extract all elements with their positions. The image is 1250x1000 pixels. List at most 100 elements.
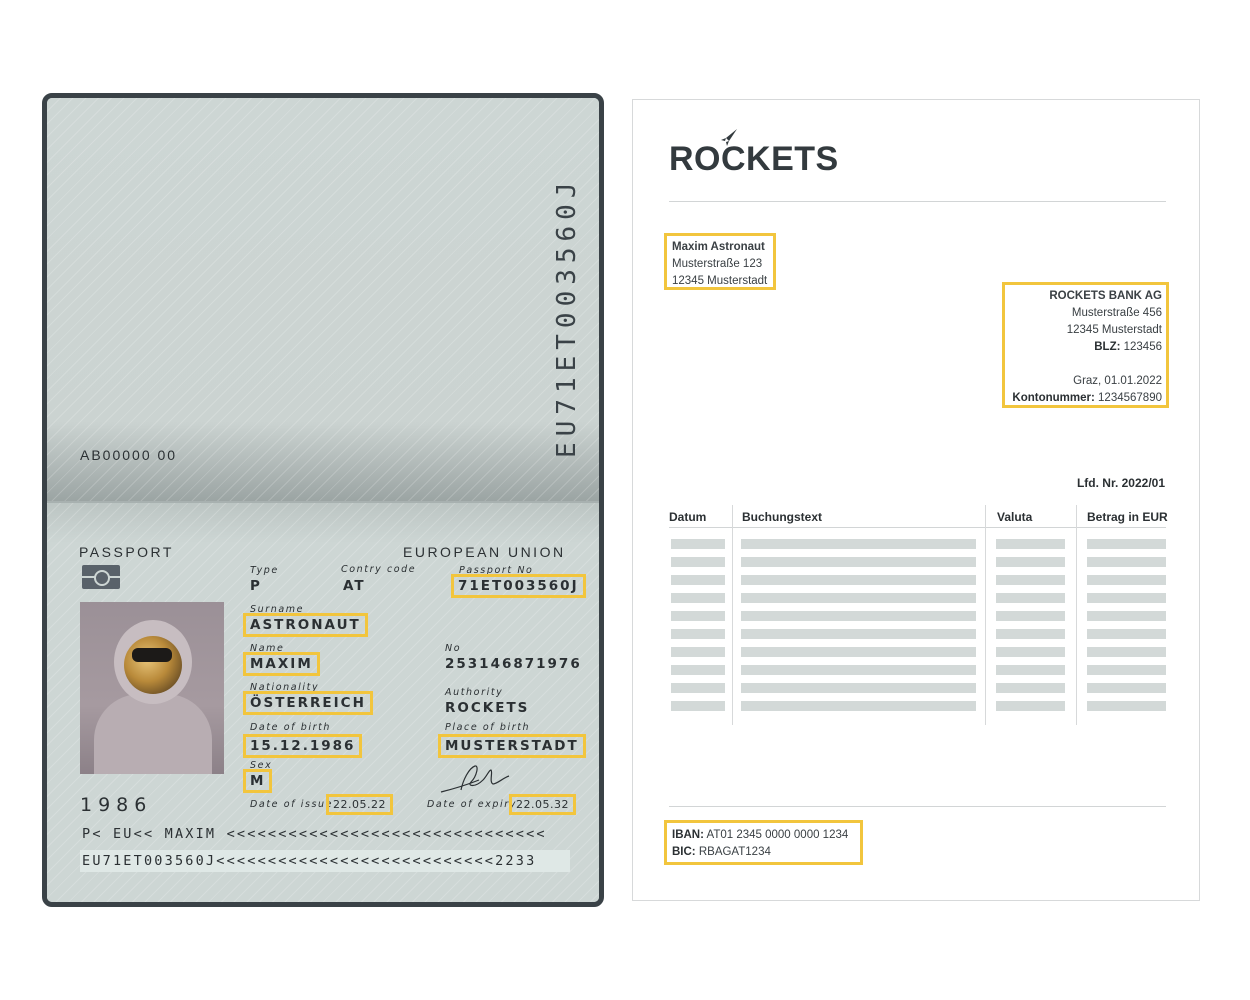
footer-divider bbox=[669, 806, 1166, 807]
passport-no-label: Passport No bbox=[459, 565, 534, 576]
bank-address-box: ROCKETS BANK AG Musterstraße 456 12345 M… bbox=[1002, 282, 1169, 408]
biometric-chip-icon bbox=[82, 565, 120, 589]
table-placeholder-cell bbox=[671, 683, 725, 693]
column-separator bbox=[985, 505, 986, 725]
bic-line: BIC: RBAGAT1234 bbox=[672, 844, 855, 861]
type-label: Type bbox=[250, 565, 279, 576]
date-of-birth-value: 15.12.1986 bbox=[242, 734, 363, 758]
country-code-label: Contry code bbox=[341, 564, 417, 575]
table-placeholder-cell bbox=[1087, 683, 1166, 693]
iban-label: IBAN: bbox=[672, 829, 704, 841]
bank-street: Musterstraße 456 bbox=[1071, 307, 1162, 319]
mrz-line-2: EU71ET003560J<<<<<<<<<<<<<<<<<<<<<<<<<<<… bbox=[82, 853, 537, 869]
date-of-issue-value: 22.05.22 bbox=[326, 794, 393, 815]
konto-value: 1234567890 bbox=[1098, 392, 1162, 404]
table-placeholder-cell bbox=[996, 701, 1065, 711]
helmet-visor-shape bbox=[124, 636, 182, 694]
table-placeholder-cell bbox=[996, 557, 1065, 567]
country-code-value: AT bbox=[343, 578, 366, 594]
table-placeholder-cell bbox=[671, 701, 725, 711]
bank-statement: ROCKETS Maxim Astronaut Musterstraße 123… bbox=[632, 99, 1200, 901]
table-placeholder-cell bbox=[741, 575, 976, 585]
table-placeholder-cell bbox=[671, 593, 725, 603]
table-placeholder-cell bbox=[996, 665, 1065, 675]
table-placeholder-cell bbox=[1087, 593, 1166, 603]
passport-no-value: 71ET003560J bbox=[451, 574, 586, 598]
table-placeholder-cell bbox=[671, 557, 725, 567]
blz-line: BLZ: 123456 bbox=[1009, 339, 1162, 356]
sex-value: M bbox=[242, 769, 273, 793]
name-label: Name bbox=[250, 643, 285, 654]
table-placeholder-cell bbox=[671, 611, 725, 621]
table-placeholder-cell bbox=[741, 665, 976, 675]
table-header-divider bbox=[669, 527, 1166, 528]
table-placeholder-cell bbox=[996, 611, 1065, 621]
surname-label: Surname bbox=[250, 604, 305, 615]
table-placeholder-cell bbox=[1087, 557, 1166, 567]
table-placeholder-cell bbox=[996, 539, 1065, 549]
no-value: 253146871976 bbox=[445, 656, 582, 672]
place-of-birth-label: Place of birth bbox=[445, 722, 531, 733]
authority-value: ROCKETS bbox=[445, 700, 530, 716]
table-placeholder-cell bbox=[741, 539, 976, 549]
vertical-passport-number: EU71ET003560J bbox=[552, 176, 582, 459]
passport-serial: AB00000 00 bbox=[80, 447, 178, 463]
table-placeholder-cell bbox=[996, 629, 1065, 639]
sex-label: Sex bbox=[250, 760, 273, 771]
table-placeholder-cell bbox=[741, 557, 976, 567]
table-placeholder-cell bbox=[1087, 629, 1166, 639]
column-datum: Datum bbox=[669, 510, 707, 524]
column-buchungstext: Buchungstext bbox=[742, 510, 823, 524]
table-placeholder-cell bbox=[671, 539, 725, 549]
date-of-expiry-label: Date of expiry bbox=[427, 799, 517, 810]
table-placeholder-cell bbox=[671, 629, 725, 639]
statement-number: Lfd. Nr. 2022/01 bbox=[1076, 476, 1165, 490]
konto-line: Kontonummer: 1234567890 bbox=[1009, 390, 1162, 407]
column-betrag: Betrag in EUR bbox=[1087, 510, 1168, 524]
column-separator bbox=[1076, 505, 1077, 725]
date-of-birth-label: Date of birth bbox=[250, 722, 332, 733]
bank-spacer bbox=[1009, 356, 1162, 373]
bank-details-box: IBAN: AT01 2345 0000 0000 1234 BIC: RBAG… bbox=[664, 820, 863, 865]
holder-photo bbox=[80, 602, 224, 774]
table-placeholder-cell bbox=[1087, 665, 1166, 675]
passport-title: PASSPORT bbox=[79, 544, 174, 560]
table-placeholder-cell bbox=[996, 593, 1065, 603]
sender-street: Musterstraße 123 bbox=[672, 258, 763, 270]
holder-signature bbox=[440, 765, 510, 793]
bank-city: 12345 Musterstadt bbox=[1066, 324, 1162, 336]
iban-line: IBAN: AT01 2345 0000 0000 1234 bbox=[672, 827, 855, 844]
union-title: EUROPEAN UNION bbox=[403, 544, 566, 560]
table-placeholder-cell bbox=[741, 611, 976, 621]
table-placeholder-cell bbox=[741, 701, 976, 711]
iban-value: AT01 2345 0000 0000 1234 bbox=[706, 829, 849, 841]
table-placeholder-cell bbox=[996, 683, 1065, 693]
passport-fold bbox=[47, 501, 599, 503]
passport-document: EU71ET003560J AB00000 00 PASSPORT EUROPE… bbox=[42, 93, 604, 907]
authority-label: Authority bbox=[445, 687, 504, 698]
sender-city: 12345 Musterstadt bbox=[672, 275, 768, 287]
sender-address-box: Maxim Astronaut Musterstraße 123 12345 M… bbox=[664, 233, 776, 290]
astronaut-suit-shape bbox=[94, 694, 212, 774]
place-of-birth-value: MUSTERSTADT bbox=[438, 734, 586, 758]
table-placeholder-cell bbox=[1087, 575, 1166, 585]
header-divider bbox=[669, 201, 1166, 202]
table-placeholder-cell bbox=[741, 629, 976, 639]
table-placeholder-cell bbox=[996, 575, 1065, 585]
table-placeholder-cell bbox=[671, 665, 725, 675]
nationality-value: ÖSTERREICH bbox=[243, 691, 373, 715]
table-placeholder-cell bbox=[1087, 539, 1166, 549]
column-separator bbox=[732, 505, 733, 725]
table-placeholder-cell bbox=[1087, 701, 1166, 711]
table-placeholder-cell bbox=[741, 647, 976, 657]
passport-upper-page bbox=[47, 98, 599, 503]
bic-value: RBAGAT1234 bbox=[698, 846, 771, 858]
nationality-label: Nationality bbox=[250, 682, 320, 693]
place-date: Graz, 01.01.2022 bbox=[1073, 375, 1162, 387]
table-placeholder-cell bbox=[741, 683, 976, 693]
rocket-icon bbox=[721, 129, 737, 146]
rockets-logo: ROCKETS bbox=[669, 140, 839, 178]
surname-value: ASTRONAUT bbox=[243, 613, 368, 637]
table-placeholder-cell bbox=[1087, 611, 1166, 621]
sender-name: Maxim Astronaut bbox=[672, 241, 765, 253]
